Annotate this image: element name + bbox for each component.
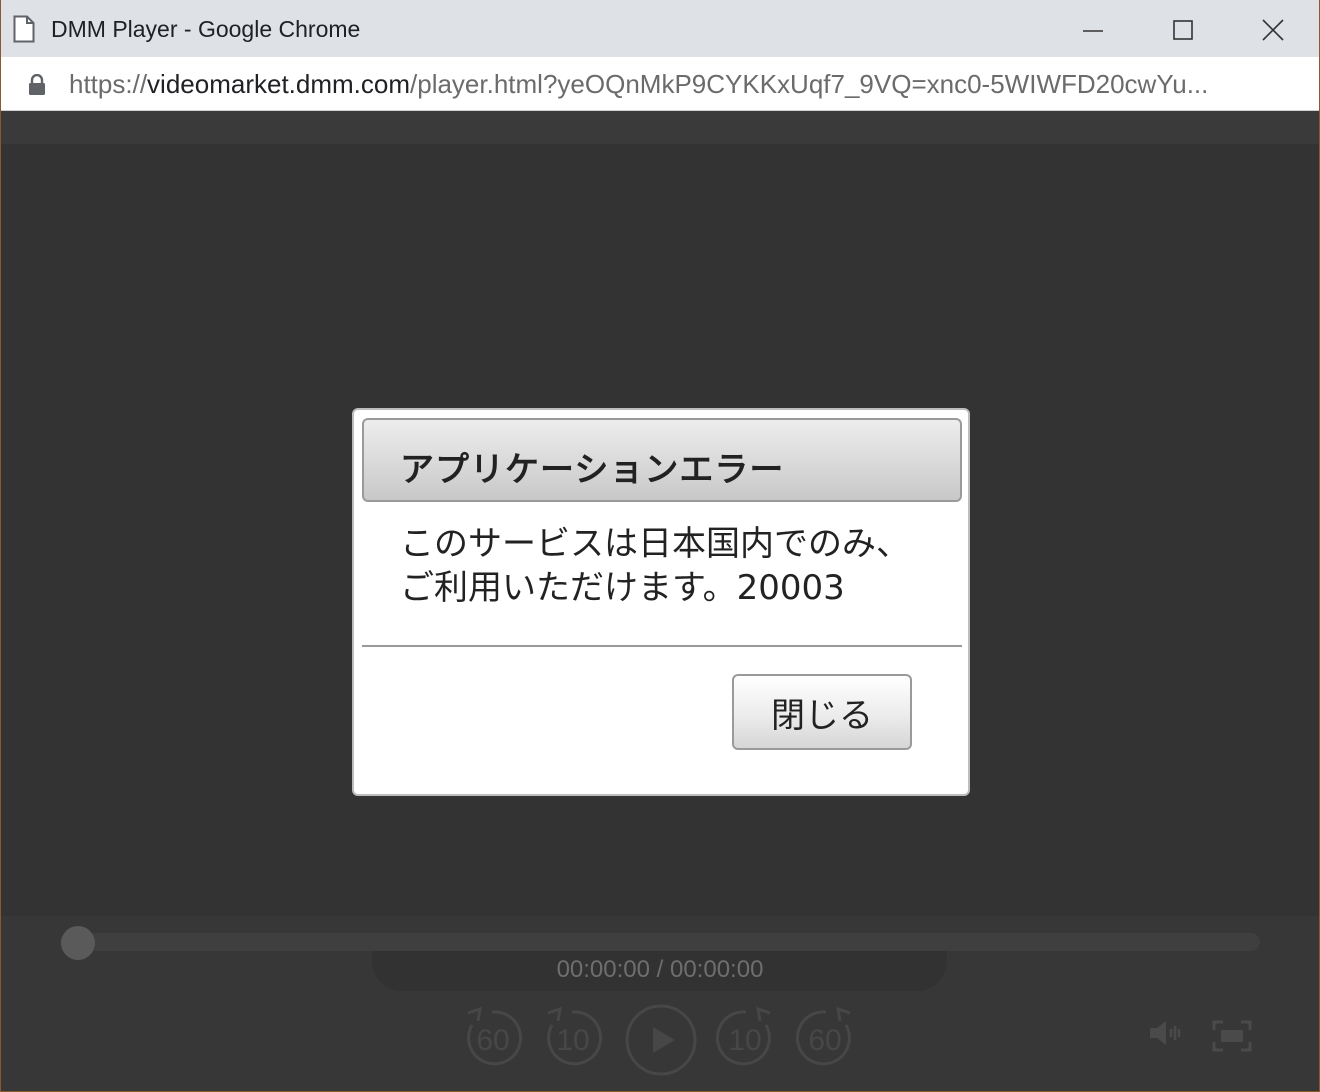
forward-60-label: 60 (808, 1024, 841, 1057)
player-top-bar (0, 111, 1320, 144)
minimize-icon (1083, 30, 1103, 32)
close-window-button[interactable] (1228, 0, 1318, 57)
url-text[interactable]: https://videomarket.dmm.com/player.html?… (69, 69, 1279, 100)
fullscreen-button[interactable] (1212, 1020, 1252, 1052)
time-display: 00:00:00 / 00:00:00 (556, 956, 764, 983)
forward-10-label: 10 (728, 1024, 761, 1057)
rewind-60-button[interactable]: 60 (458, 1003, 528, 1073)
seek-bar[interactable] (60, 933, 1260, 951)
url-host: videomarket.dmm.com (147, 69, 411, 99)
error-dialog: アプリケーションエラー このサービスは日本国内でのみ、 ご利用いただけます。20… (352, 408, 970, 796)
rewind-10-label: 10 (556, 1024, 589, 1057)
minimize-button[interactable] (1048, 0, 1138, 57)
dialog-message: このサービスは日本国内でのみ、 ご利用いただけます。20003 (400, 522, 940, 610)
rewind-10-button[interactable]: 10 (538, 1003, 608, 1073)
close-icon (1262, 19, 1284, 41)
volume-button[interactable] (1148, 1018, 1184, 1048)
dialog-message-line1: このサービスは日本国内でのみ、 (400, 524, 910, 564)
close-dialog-button[interactable]: 閉じる (732, 674, 912, 750)
dialog-divider (362, 645, 962, 647)
maximize-icon (1173, 20, 1193, 40)
fullscreen-icon (1212, 1020, 1252, 1052)
url-path: /player.html?yeOQnMkP9CYKKxUqf7_9VQ=xnc0… (410, 69, 1209, 99)
dialog-header: アプリケーションエラー (362, 418, 962, 502)
seek-handle[interactable] (61, 926, 95, 960)
volume-icon (1150, 1021, 1181, 1045)
forward-60-button[interactable]: 60 (790, 1003, 860, 1073)
dialog-message-line2: ご利用いただけます。20003 (400, 568, 845, 608)
forward-10-button[interactable]: 10 (710, 1003, 780, 1073)
dialog-title: アプリケーションエラー (400, 450, 785, 490)
url-scheme: https:// (69, 69, 148, 99)
lock-icon[interactable] (27, 74, 47, 96)
title-bar: DMM Player - Google Chrome (0, 0, 1320, 57)
address-bar[interactable]: https://videomarket.dmm.com/player.html?… (0, 57, 1320, 111)
maximize-button[interactable] (1138, 0, 1228, 57)
play-button[interactable] (624, 1003, 698, 1077)
rewind-60-label: 60 (476, 1024, 509, 1057)
window-title: DMM Player - Google Chrome (51, 16, 361, 42)
play-icon (625, 1004, 697, 1076)
page-icon (13, 15, 35, 43)
